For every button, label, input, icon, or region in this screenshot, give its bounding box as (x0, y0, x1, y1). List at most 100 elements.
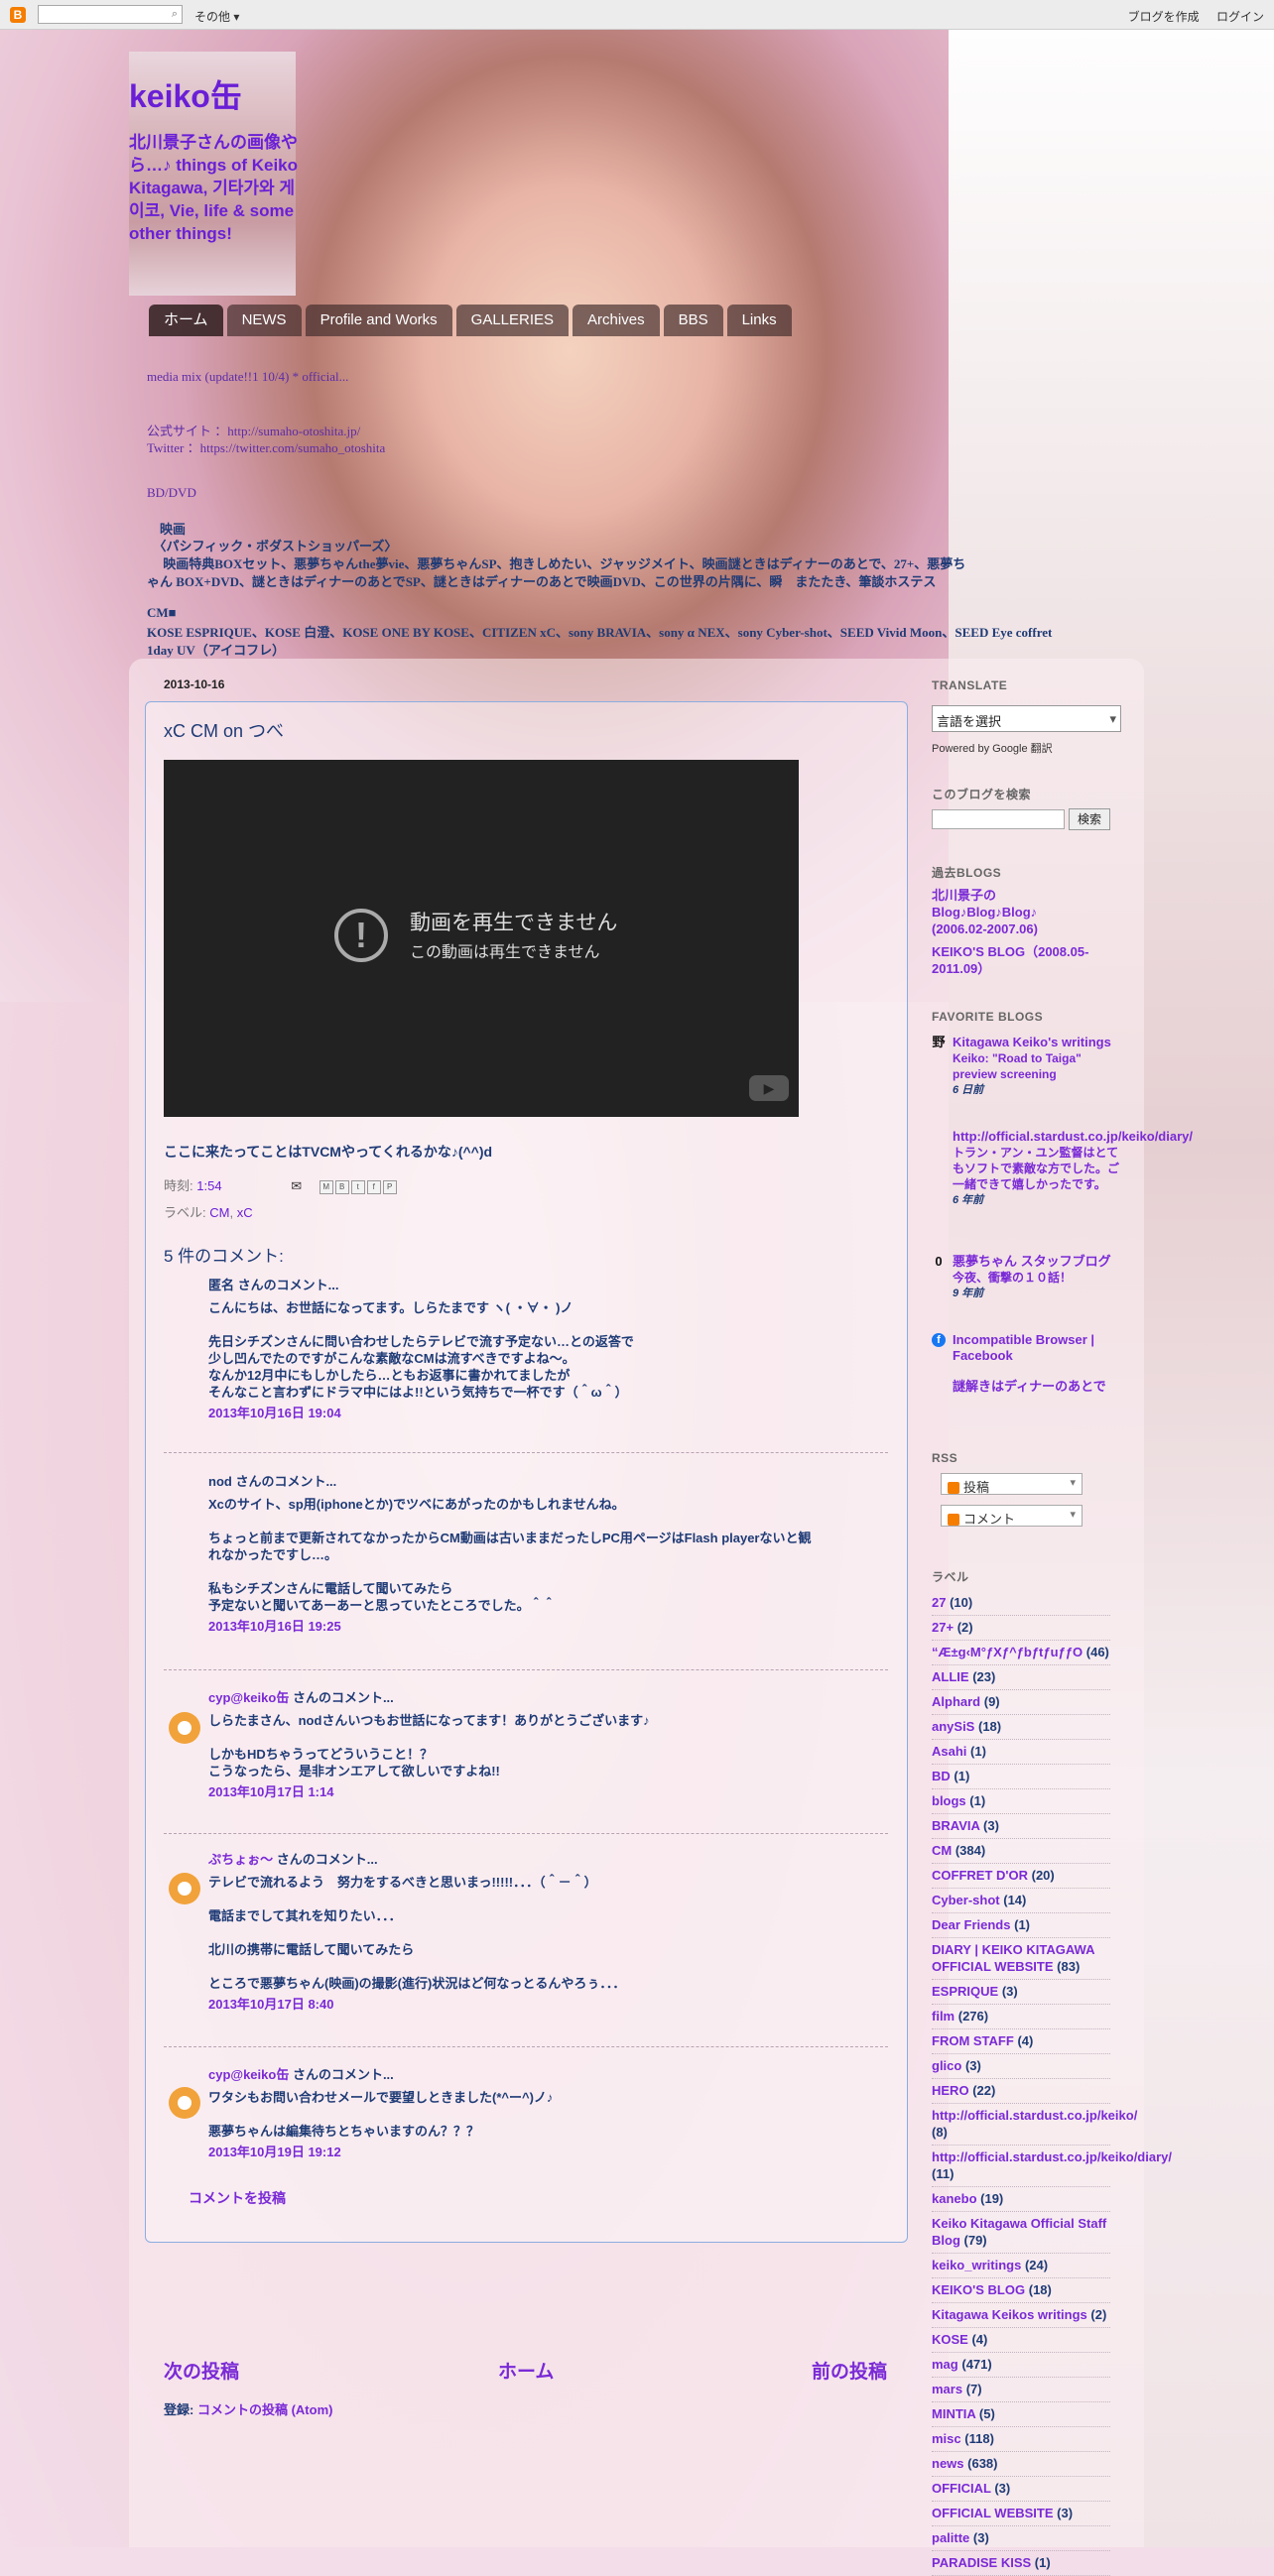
favorite-blog-title[interactable]: http://official.stardust.co.jp/keiko/dia… (953, 1129, 1193, 1145)
rss-posts-dropdown[interactable]: 投稿 ▾ (941, 1473, 1083, 1495)
blog-title[interactable]: keiko缶 (129, 71, 242, 117)
label-link[interactable]: Alphard (932, 1694, 980, 1709)
rss-comments-dropdown[interactable]: コメント ▾ (941, 1505, 1083, 1527)
share-email-icon[interactable]: M (318, 1179, 333, 1194)
header-media-mix-line[interactable]: media mix (update!!1 10/4) * official... (147, 369, 348, 385)
youtube-icon[interactable]: ▶ (749, 1075, 789, 1101)
favorite-blog-title[interactable]: Incompatible Browser | Facebook (953, 1332, 1125, 1364)
favorite-blog-snippet[interactable]: 今夜、衝撃の１０話！ (953, 1270, 1125, 1286)
label-link[interactable]: anySiS (932, 1719, 974, 1734)
post-permalink[interactable]: 1:54 (196, 1178, 221, 1193)
label-link[interactable]: FROM STAFF (932, 2033, 1014, 2048)
favorite-blog-title[interactable]: 謎解きはディナーのあとで (953, 1379, 1125, 1395)
past-blog-link[interactable]: KEIKO'S BLOG（2008.05-2011.09） (932, 943, 1120, 977)
label-link[interactable]: glico (932, 2058, 961, 2073)
video-embed[interactable]: ! 動画を再生できません この動画は再生できません ▶ (164, 760, 799, 1117)
blog-search-button[interactable]: 検索 (1069, 808, 1110, 830)
label-link[interactable]: HERO (932, 2083, 969, 2098)
navbar-search-input[interactable]: ⌕ (38, 5, 183, 24)
email-post-icon[interactable]: ✉ (291, 1178, 302, 1193)
share-pinterest-icon[interactable]: P (382, 1179, 397, 1194)
create-blog-link[interactable]: ブログを作成 (1128, 10, 1200, 24)
label-link[interactable]: BRAVIA (932, 1818, 979, 1833)
label-link[interactable]: CM (932, 1843, 952, 1858)
label-link[interactable]: Asahi (932, 1744, 966, 1759)
label-count: (7) (965, 2382, 982, 2396)
navbar-more-menu[interactable]: その他 ▾ (194, 8, 239, 25)
comment-author[interactable]: cyp@keiko缶 (208, 2067, 289, 2082)
past-blog-link[interactable]: 北川景子の Blog♪Blog♪Blog♪ (2006.02-2007.06) (932, 887, 1061, 937)
tab-profile-and-works[interactable]: Profile and Works (305, 305, 452, 336)
label-link[interactable]: news (932, 2456, 964, 2471)
label-link[interactable]: http://official.stardust.co.jp/keiko/dia… (932, 2149, 1172, 2164)
powered-by-google[interactable]: Powered by Google 翻訳 (932, 740, 1053, 756)
label-link[interactable]: BD (932, 1769, 951, 1783)
label-link[interactable]: KEIKO'S BLOG (932, 2282, 1025, 2297)
label-link[interactable]: mars (932, 2382, 962, 2396)
share-blog-icon[interactable]: B (334, 1179, 349, 1194)
tab-news[interactable]: NEWS (226, 305, 302, 336)
label-link[interactable]: OFFICIAL (932, 2481, 991, 2496)
label-link[interactable]: Keiko Kitagawa Official Staff Blog (932, 2216, 1106, 2248)
comment-timestamp[interactable]: 2013年10月17日 1:14 (208, 1783, 883, 1800)
share-facebook-icon[interactable]: f (366, 1179, 381, 1194)
tab-archives[interactable]: Archives (573, 305, 660, 336)
label-link[interactable]: COFFRET D'OR (932, 1868, 1028, 1883)
comment-timestamp[interactable]: 2013年10月19日 19:12 (208, 2144, 883, 2160)
label-link[interactable]: “Æ±g‹M°ƒXƒ^ƒbƒtƒuƒƒO (932, 1645, 1083, 1659)
label-link[interactable]: ESPRIQUE (932, 1984, 998, 1999)
comment-timestamp[interactable]: 2013年10月17日 8:40 (208, 1996, 883, 2013)
commenter-avatar-icon[interactable] (169, 1712, 200, 1744)
commenter-avatar-icon[interactable] (169, 2087, 200, 2119)
label-link[interactable]: misc (932, 2431, 961, 2446)
favorite-blog-snippet[interactable]: Keiko: "Road to Taiga" preview screening (953, 1050, 1125, 1082)
label-link[interactable]: keiko_writings (932, 2258, 1021, 2272)
label-link[interactable]: Dear Friends (932, 1917, 1010, 1932)
label-link[interactable]: kanebo (932, 2191, 977, 2206)
post-title[interactable]: xC CM on つべ (164, 717, 284, 743)
blogger-logo-icon[interactable]: B (10, 7, 26, 23)
label-link[interactable]: mag (932, 2357, 958, 2372)
label-link[interactable]: PARADISE KISS (932, 2555, 1031, 2570)
label-link[interactable]: http://official.stardust.co.jp/keiko/ (932, 2108, 1137, 2123)
blog-search-input[interactable] (932, 809, 1065, 829)
header-twitter-line[interactable]: Twitter ：https://twitter.com/sumaho_otos… (147, 437, 385, 456)
share-twitter-icon[interactable]: t (350, 1179, 365, 1194)
label-link[interactable]: MINTIA (932, 2406, 975, 2421)
search-icon[interactable]: ⌕ (172, 8, 178, 21)
comment-timestamp[interactable]: 2013年10月16日 19:25 (208, 1618, 883, 1635)
label-link-xc[interactable]: xC (237, 1205, 253, 1220)
comment-timestamp[interactable]: 2013年10月16日 19:04 (208, 1405, 883, 1421)
label-link[interactable]: Cyber-shot (932, 1893, 1000, 1907)
label-link[interactable]: ALLIE (932, 1669, 969, 1684)
tab-bbs[interactable]: BBS (663, 305, 723, 336)
label-link[interactable]: film (932, 2009, 955, 2024)
label-link[interactable]: KOSE (932, 2332, 968, 2347)
newer-post-link[interactable]: 次の投稿 (164, 2357, 239, 2384)
post-comment-link[interactable]: コメントを投稿 (189, 2188, 286, 2208)
label-link[interactable]: palitte (932, 2530, 969, 2545)
label-link-cm[interactable]: CM (209, 1205, 229, 1220)
favorite-blog-title[interactable]: 悪夢ちゃん スタッフブログ (953, 1254, 1125, 1270)
comment-author[interactable]: nod (208, 1474, 232, 1489)
label-item: 27 (10) (932, 1591, 1110, 1616)
language-select[interactable]: 言語を選択 ▾ (932, 705, 1121, 732)
favorite-blog-title[interactable]: Kitagawa Keiko's writings (953, 1035, 1125, 1050)
label-link[interactable]: OFFICIAL WEBSITE (932, 2506, 1054, 2520)
tab-links[interactable]: Links (726, 305, 792, 336)
favorite-blog-snippet[interactable]: トラン・アン・ユン監督はとてもソフトで素敵な方でした。ご一緒できて嬉しかったです… (953, 1145, 1125, 1192)
label-link[interactable]: blogs (932, 1793, 966, 1808)
login-link[interactable]: ログイン (1216, 10, 1264, 24)
comments-atom-link[interactable]: コメントの投稿 (Atom) (197, 2402, 333, 2417)
label-link[interactable]: 27 (932, 1595, 946, 1610)
tab-home[interactable]: ホーム (149, 305, 223, 336)
label-link[interactable]: Kitagawa Keikos writings (932, 2307, 1087, 2322)
commenter-avatar-icon[interactable] (169, 1873, 200, 1904)
home-link[interactable]: ホーム (498, 2357, 554, 2384)
label-item: glico (3) (932, 2054, 1110, 2079)
tab-galleries[interactable]: GALLERIES (455, 305, 570, 336)
older-post-link[interactable]: 前の投稿 (812, 2357, 887, 2384)
comment-author[interactable]: cyp@keiko缶 (208, 1690, 289, 1705)
comment-author[interactable]: ぷちょぉ～ (208, 1852, 273, 1867)
label-link[interactable]: 27+ (932, 1620, 954, 1635)
